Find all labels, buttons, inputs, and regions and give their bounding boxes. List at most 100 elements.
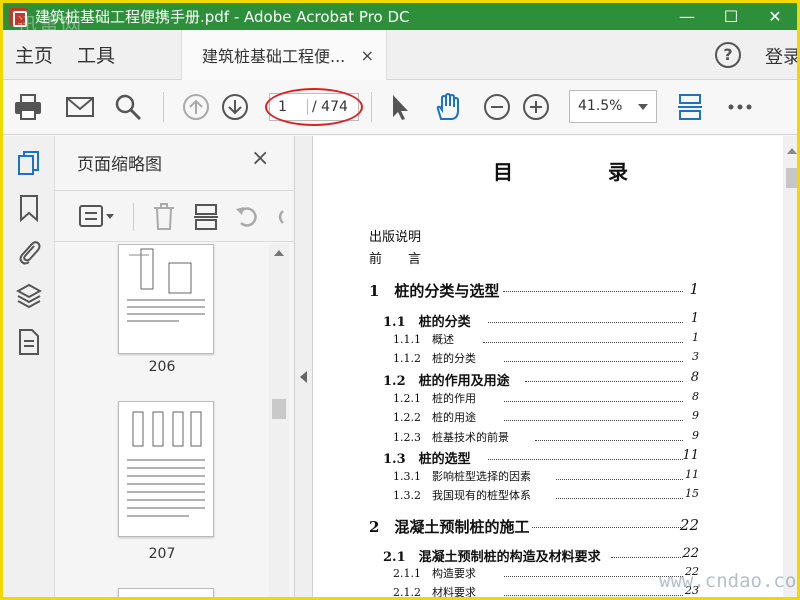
panel-collapse-handle[interactable] <box>295 136 313 597</box>
rotate-left-icon[interactable] <box>233 203 261 231</box>
document-page: 目 录 出版说明前 言1 桩的分类与选型 1 1.1 桩的分类 1 1.1.1 概述 1 1… <box>313 136 783 599</box>
email-icon[interactable] <box>65 92 95 122</box>
thumbnail-tools <box>55 190 295 242</box>
maximize-button[interactable]: ☐ <box>709 3 753 30</box>
more-icon[interactable] <box>725 92 755 122</box>
toc-entry-title: 2.1.1 构造要求 <box>393 567 476 580</box>
toc-entry[interactable]: 前 言 <box>313 248 783 268</box>
bookmark-icon[interactable] <box>16 194 42 222</box>
fit-width-icon[interactable] <box>675 92 705 122</box>
toc-entry[interactable]: 1.1 桩的分类 1 <box>313 311 783 331</box>
tab-document-label: 建筑桩基础工程便... <box>202 47 346 66</box>
zoom-out-icon[interactable] <box>482 92 512 122</box>
menu-bar: 主页 工具 建筑桩基础工程便... × ? 登录 <box>3 30 797 80</box>
toc-entry[interactable]: 1 桩的分类与选型 1 <box>313 280 783 300</box>
watermark-bottom: www.cndao.com <box>659 570 800 592</box>
hand-tool-icon[interactable] <box>433 92 463 122</box>
page-thumbnail-206[interactable] <box>118 244 214 354</box>
toc-entry[interactable]: 1.1.2 桩的分类 3 <box>313 350 783 370</box>
search-icon[interactable] <box>113 92 143 122</box>
toc-page-number: 1 <box>692 331 699 344</box>
chevron-down-icon <box>638 104 648 110</box>
toc-leader-dots <box>482 331 683 343</box>
thumbnail-options-icon[interactable] <box>79 203 115 229</box>
chevron-left-icon <box>300 371 307 383</box>
thumbnail-scrollbar[interactable] <box>269 244 289 597</box>
scrollbar-thumb[interactable] <box>272 399 286 419</box>
toc-heading: 目 录 <box>493 160 672 184</box>
toc-entry-title: 前 言 <box>369 252 422 267</box>
previous-page-icon[interactable] <box>181 92 211 122</box>
toc-entry[interactable]: 1.2.1 桩的作用 8 <box>313 390 783 410</box>
toc-entry-title: 1.1.1 概述 <box>393 333 454 346</box>
page-thumbnail-207[interactable] <box>118 401 214 537</box>
toc-leader-dots <box>503 350 683 362</box>
login-button[interactable]: 登录 <box>765 43 797 69</box>
toc-page-number: 11 <box>682 448 699 463</box>
scroll-up-icon[interactable] <box>787 148 797 154</box>
thumbnail-label: 207 <box>148 546 176 562</box>
toc-entry-title: 1.2.3 桩基技术的前景 <box>393 431 509 444</box>
toc-leader-dots <box>487 311 683 323</box>
toc-entry-title: 1.2.1 桩的作用 <box>393 392 476 405</box>
toc-page-number: 15 <box>685 487 699 500</box>
document-scrollbar[interactable] <box>783 136 797 597</box>
toc-entry-title: 1.1 桩的分类 <box>383 315 471 330</box>
menu-home[interactable]: 主页 <box>3 41 65 68</box>
toc-leader-dots <box>487 448 683 460</box>
delete-page-icon[interactable] <box>151 203 177 231</box>
minimize-button[interactable]: — <box>665 3 709 30</box>
print-icon[interactable] <box>13 92 43 122</box>
toc-entry-title: 1.3 桩的选型 <box>383 452 471 467</box>
toc-leader-dots <box>524 370 683 382</box>
toc-entry[interactable]: 1.3.1 影响桩型选择的因素 11 <box>313 468 783 488</box>
toc-entry[interactable]: 2 混凝土预制桩的施工 22 <box>313 516 783 536</box>
zoom-in-icon[interactable] <box>521 92 551 122</box>
menu-tools[interactable]: 工具 <box>65 41 127 68</box>
toc-entry[interactable]: 出版说明 <box>313 226 783 246</box>
attachment-icon[interactable] <box>16 238 42 266</box>
toc-entry-title: 2.1.2 材料要求 <box>393 586 476 599</box>
tools-divider <box>133 203 134 231</box>
toc-page-number: 9 <box>692 409 699 422</box>
toc-page-number: 22 <box>679 516 699 534</box>
extract-page-icon[interactable] <box>193 203 219 231</box>
highlight-oval <box>265 88 363 126</box>
toc-leader-dots <box>503 280 683 292</box>
toc-leader-dots <box>534 429 683 441</box>
toc-entry[interactable]: 2.1 混凝土预制桩的构造及材料要求 22 <box>313 546 783 566</box>
zoom-value: 41.5% <box>578 98 623 114</box>
window-title: 建筑桩基础工程便携手册.pdf - Adobe Acrobat Pro DC <box>35 8 410 26</box>
scrollbar-thumb[interactable] <box>786 168 797 188</box>
select-cursor-icon[interactable] <box>385 92 415 122</box>
navigation-rail <box>3 136 55 597</box>
toc-leader-dots <box>503 584 683 596</box>
page-thumbnails-icon[interactable] <box>16 150 42 178</box>
help-icon[interactable]: ? <box>715 42 741 68</box>
page-preview <box>127 248 205 322</box>
rotate-right-icon[interactable] <box>273 203 287 231</box>
toc-entry[interactable]: 1.3.2 我国现有的桩型体系 15 <box>313 487 783 507</box>
document-properties-icon[interactable] <box>16 328 42 356</box>
next-page-icon[interactable] <box>220 92 250 122</box>
toc-entry[interactable]: 1.2.2 桩的用途 9 <box>313 409 783 429</box>
scroll-up-icon[interactable] <box>274 250 284 256</box>
title-bar: 建筑桩基础工程便携手册.pdf - Adobe Acrobat Pro DC —… <box>3 3 797 30</box>
close-panel-icon[interactable]: × <box>251 146 269 171</box>
toc-entry[interactable]: 1.1.1 概述 1 <box>313 331 783 351</box>
toc-entry-title: 1.2.2 桩的用途 <box>393 411 476 424</box>
toc-leader-dots <box>503 390 683 402</box>
thumbnail-list: 206 207 <box>55 244 269 597</box>
toc-entry[interactable]: 1.2 桩的作用及用途 8 <box>313 370 783 390</box>
toc-entry-title: 2.1 混凝土预制桩的构造及材料要求 <box>383 550 601 565</box>
page-thumbnail[interactable] <box>118 588 214 597</box>
layers-icon[interactable] <box>16 282 42 310</box>
toc-entry[interactable]: 1.2.3 桩基技术的前景 9 <box>313 429 783 449</box>
close-window-button[interactable]: ✕ <box>753 3 797 30</box>
toc-entry-title: 1.2 桩的作用及用途 <box>383 374 510 389</box>
tab-document[interactable]: 建筑桩基础工程便... × <box>181 30 387 80</box>
close-tab-icon[interactable]: × <box>361 46 374 65</box>
toc-entry[interactable]: 1.3 桩的选型 11 <box>313 448 783 468</box>
zoom-select[interactable]: 41.5% <box>569 90 657 123</box>
toc-page-number: 1 <box>690 311 699 326</box>
